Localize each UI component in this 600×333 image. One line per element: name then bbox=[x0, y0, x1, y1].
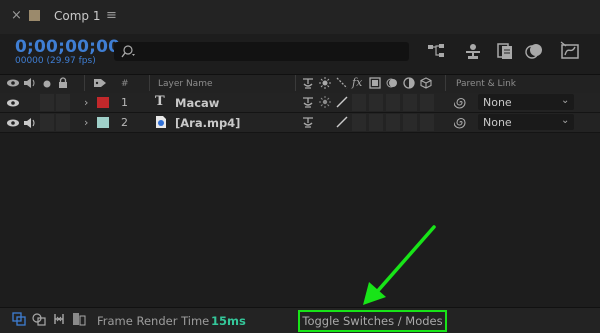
audio-switch-icon[interactable] bbox=[23, 117, 37, 129]
media-icon bbox=[156, 116, 166, 128]
chevron-down-icon: ⌄ bbox=[561, 115, 570, 126]
solo-switch[interactable] bbox=[40, 94, 54, 111]
solo-icon[interactable] bbox=[42, 79, 52, 89]
chevron-down-icon: ⌄ bbox=[561, 95, 570, 106]
collapse-transform-icon[interactable] bbox=[319, 77, 331, 89]
frame-render-time-value: 15ms bbox=[211, 314, 246, 328]
in-out-toggle-icon[interactable] bbox=[52, 312, 66, 326]
visibility-eye-icon[interactable] bbox=[6, 118, 20, 128]
header-separator bbox=[295, 75, 296, 91]
label-color-swatch[interactable] bbox=[97, 97, 109, 108]
visibility-eye-icon[interactable] bbox=[6, 98, 20, 108]
layer-number: 2 bbox=[121, 116, 128, 129]
text-layer-icon: T bbox=[155, 94, 165, 109]
video-visibility-icon[interactable] bbox=[6, 78, 20, 88]
layer-name[interactable]: [Ara.mp4] bbox=[175, 116, 240, 130]
close-tab-icon[interactable]: × bbox=[11, 8, 22, 23]
shy-switch-icon[interactable] bbox=[301, 96, 315, 108]
current-time-display[interactable]: 0;00;00;00 bbox=[15, 37, 120, 57]
adjustment-switch[interactable] bbox=[403, 114, 417, 131]
label-color-swatch[interactable] bbox=[97, 117, 109, 128]
search-icon bbox=[121, 45, 135, 58]
number-column-label: # bbox=[121, 79, 129, 89]
composition-tab-title[interactable]: Comp 1 bbox=[54, 9, 100, 23]
toggle-switches-modes-button[interactable]: Toggle Switches / Modes bbox=[298, 310, 447, 332]
annotation-arrow-icon bbox=[363, 225, 436, 305]
collapse-transform-switch-icon[interactable] bbox=[319, 96, 331, 108]
frame-render-time-label: Frame Render Time bbox=[97, 314, 210, 328]
layer-name[interactable]: Macaw bbox=[175, 96, 219, 110]
expand-chevron-icon[interactable]: › bbox=[84, 96, 88, 109]
shy-switch-icon[interactable] bbox=[301, 116, 315, 128]
3d-switch[interactable] bbox=[420, 114, 434, 131]
lock-switch[interactable] bbox=[56, 94, 70, 111]
parent-value: None bbox=[483, 116, 512, 129]
motion-blur-switch[interactable] bbox=[386, 94, 400, 111]
modes-toggle-icon[interactable] bbox=[32, 312, 46, 326]
graph-editor-icon[interactable] bbox=[560, 41, 582, 61]
effect-switch[interactable] bbox=[352, 94, 366, 111]
composition-swatch bbox=[29, 10, 40, 21]
layer-switches-toggle-icon[interactable] bbox=[12, 312, 26, 326]
pick-whip-icon[interactable] bbox=[454, 116, 468, 129]
3d-layer-icon[interactable] bbox=[420, 77, 432, 89]
lock-switch[interactable] bbox=[56, 114, 70, 131]
shy-icon[interactable] bbox=[301, 77, 315, 89]
quality-switch-icon[interactable] bbox=[336, 96, 348, 108]
quality-icon[interactable] bbox=[336, 77, 348, 89]
solo-switch[interactable] bbox=[40, 114, 54, 131]
parent-link-column-label[interactable]: Parent & Link bbox=[456, 79, 516, 89]
frame-blend-switch[interactable] bbox=[369, 114, 383, 131]
frame-blending-icon[interactable] bbox=[494, 41, 516, 61]
3d-switch[interactable] bbox=[420, 94, 434, 111]
effect-switch[interactable] bbox=[352, 114, 366, 131]
draft-3d-icon[interactable] bbox=[462, 41, 484, 61]
audio-icon[interactable] bbox=[23, 77, 37, 89]
label-tag-icon[interactable] bbox=[93, 77, 107, 89]
pick-whip-icon[interactable] bbox=[454, 96, 468, 109]
header-separator bbox=[84, 75, 85, 91]
header-separator bbox=[445, 75, 446, 91]
expand-chevron-icon[interactable]: › bbox=[84, 116, 88, 129]
panel-menu-icon[interactable]: ≡ bbox=[106, 8, 117, 23]
motion-blur-icon[interactable] bbox=[523, 41, 545, 61]
adjustment-layer-icon[interactable] bbox=[403, 77, 415, 89]
motion-blur-switch-icon[interactable] bbox=[386, 77, 398, 89]
composition-flowchart-icon[interactable] bbox=[425, 41, 447, 61]
render-time-toggle-icon[interactable] bbox=[72, 312, 86, 326]
parent-value: None bbox=[483, 96, 512, 109]
adjustment-switch[interactable] bbox=[403, 94, 417, 111]
layer-name-column-label[interactable]: Layer Name bbox=[158, 79, 213, 89]
header-separator bbox=[149, 75, 150, 91]
lock-icon[interactable] bbox=[58, 77, 68, 89]
layer-search-input[interactable] bbox=[114, 42, 409, 61]
effect-icon[interactable]: fx bbox=[352, 76, 362, 89]
frame-blend-switch[interactable] bbox=[369, 94, 383, 111]
frame-count-display: 00000 (29.97 fps) bbox=[15, 56, 96, 66]
motion-blur-switch[interactable] bbox=[386, 114, 400, 131]
layer-number: 1 bbox=[121, 96, 128, 109]
frame-blend-switch-icon[interactable] bbox=[369, 77, 381, 89]
quality-switch-icon[interactable] bbox=[336, 116, 348, 128]
